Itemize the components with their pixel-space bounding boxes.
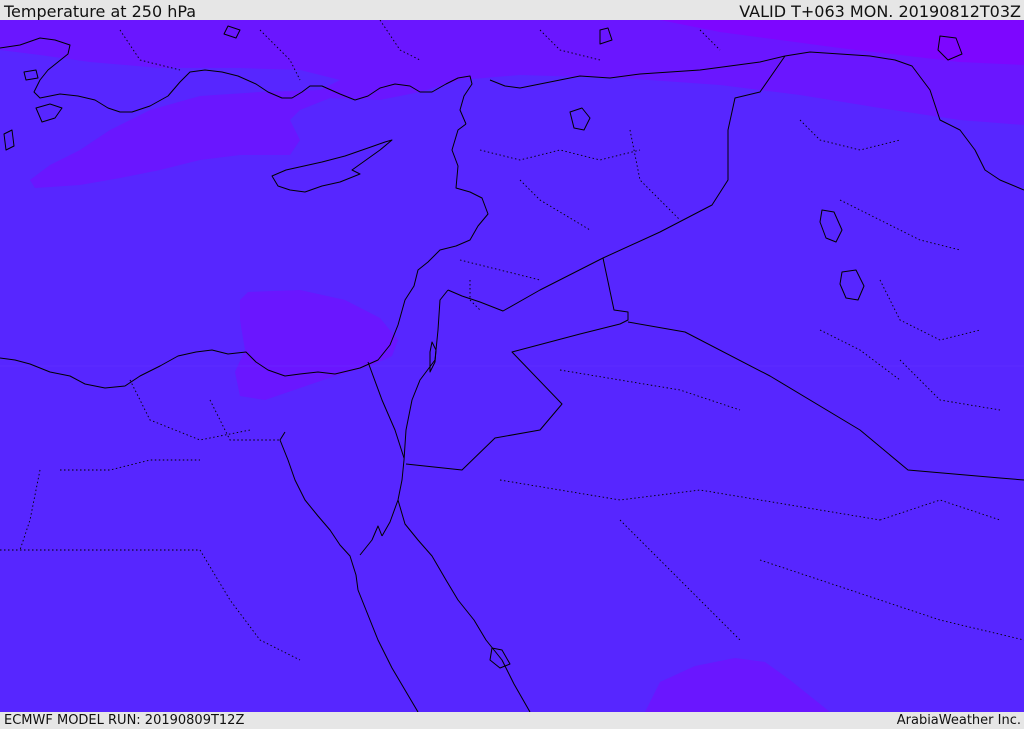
credit-text: ArabiaWeather Inc. xyxy=(896,713,1021,728)
valid-time: VALID T+063 MON. 20190812T03Z xyxy=(739,2,1021,21)
model-run: ECMWF MODEL RUN: 20190809T12Z xyxy=(4,713,245,728)
map-title: Temperature at 250 hPa xyxy=(4,2,197,21)
map-frame: Temperature at 250 hPa VALID T+063 MON. … xyxy=(0,0,1024,729)
temperature-map xyxy=(0,20,1024,712)
